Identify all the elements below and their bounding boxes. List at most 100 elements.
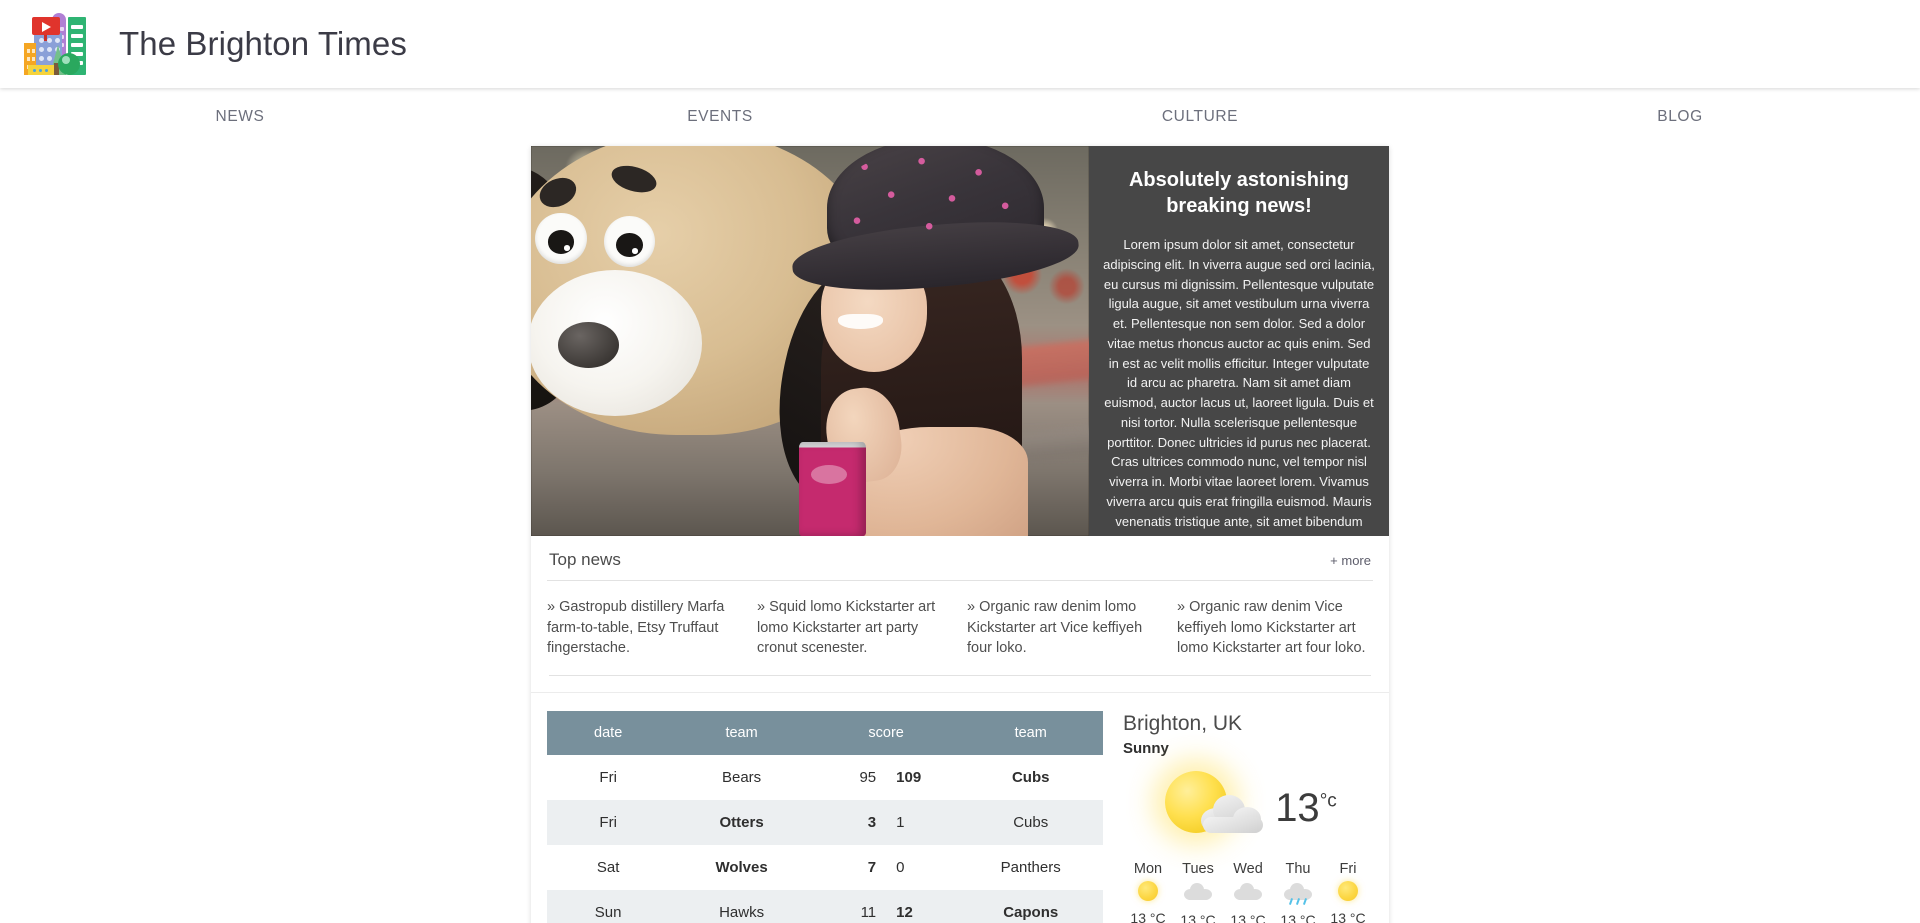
- temperature-unit: °c: [1319, 791, 1337, 813]
- forecast-day-name: Mon: [1133, 860, 1163, 877]
- cell-team1: Bears: [721, 768, 762, 786]
- weather-temperature: 13°c: [1275, 786, 1337, 831]
- top-news-item[interactable]: » Squid lomo Kickstarter art lomo Kickst…: [757, 597, 953, 659]
- logo-green-circle: [58, 53, 80, 75]
- forecast-day-temp: 13 °C: [1230, 911, 1266, 923]
- cell-score-left: 11: [860, 903, 877, 921]
- forecast-day-name: Tues: [1182, 860, 1214, 877]
- cell-score-right: 1: [896, 813, 905, 831]
- mascot-nose: [558, 322, 619, 368]
- top-news-title: Top news: [549, 550, 621, 569]
- cell-team2: Cubs: [1011, 768, 1050, 786]
- table-header-row: date team score team: [547, 710, 1103, 755]
- hero-section: Absolutely astonishing breaking news! Lo…: [531, 146, 1389, 536]
- cell-score-right: 109: [896, 768, 922, 786]
- cell-score: 7 0: [814, 845, 959, 890]
- weather-forecast: Mon 13 °C Tues 13 °C Wed 13 °C Thu 13 °C…: [1123, 861, 1373, 923]
- cell-score: 95 109: [814, 755, 959, 800]
- forecast-day-temp: 13 °C: [1180, 911, 1216, 923]
- column-header-score: score: [813, 710, 959, 755]
- cell-team2: Cubs: [1013, 813, 1049, 831]
- table-row[interactable]: Sun Hawks 11 12 Capons: [547, 889, 1103, 923]
- logo-yellow-shop: [28, 65, 54, 75]
- weather-current: 13°c: [1123, 763, 1373, 855]
- weather-condition: Sunny: [1123, 739, 1169, 757]
- column-header-team2: team: [958, 710, 1103, 755]
- forecast-day-name: Wed: [1233, 860, 1263, 877]
- site-header: The Brighton Times: [0, 0, 1920, 88]
- weather-widget: Brighton, UK Sunny 13°c Mon 13 °C Tues 1…: [1103, 693, 1389, 923]
- cell-score: 3 1: [814, 800, 959, 845]
- sun-icon: [1323, 880, 1373, 907]
- cell-score-left: 95: [859, 768, 877, 786]
- content-container: Absolutely astonishing breaking news! Lo…: [531, 146, 1389, 923]
- column-header-team1: team: [669, 710, 814, 755]
- nav-item-blog[interactable]: BLOG: [1440, 88, 1920, 146]
- top-news-section: Top news + more » Gastropub distillery M…: [531, 536, 1389, 676]
- cell-date: Fri: [599, 813, 617, 831]
- sun-icon: [1123, 880, 1173, 907]
- table-row[interactable]: Fri Otters 3 1 Cubs: [547, 799, 1103, 845]
- forecast-day-name: Fri: [1339, 860, 1357, 877]
- mascot-eye-left: [535, 212, 587, 265]
- city-buildings-logo-icon[interactable]: [24, 13, 86, 75]
- top-news-item[interactable]: » Gastropub distillery Marfa farm-to-tab…: [547, 597, 743, 659]
- cell-team2: Panthers: [1000, 858, 1061, 876]
- top-news-item[interactable]: » Organic raw denim lomo Kickstarter art…: [967, 597, 1163, 659]
- cloud-icon: [1173, 882, 1223, 909]
- rain-icon: [1273, 882, 1323, 909]
- scores-table: date team score team Fri Bears 95 109 Cu…: [547, 710, 1103, 923]
- cell-score-right: 12: [896, 903, 913, 921]
- top-news-item[interactable]: » Organic raw denim Vice keffiyeh lomo K…: [1177, 597, 1373, 659]
- top-news-more-link[interactable]: + more: [1330, 553, 1371, 568]
- cell-date: Sun: [594, 903, 622, 921]
- scores-panel: date team score team Fri Bears 95 109 Cu…: [531, 693, 1103, 923]
- sun-behind-cloud-icon: [1159, 763, 1269, 855]
- table-row[interactable]: Fri Bears 95 109 Cubs: [547, 754, 1103, 800]
- forecast-day[interactable]: Fri 13 °C: [1323, 861, 1373, 923]
- cell-team1: Otters: [719, 813, 764, 831]
- forecast-day[interactable]: Thu 13 °C: [1273, 861, 1323, 923]
- cell-score-right: 0: [896, 858, 905, 876]
- page-title: The Brighton Times: [119, 25, 407, 62]
- forecast-day-temp: 13 °C: [1330, 909, 1366, 923]
- cell-score-left: 7: [867, 858, 877, 876]
- forecast-day[interactable]: Wed 13 °C: [1223, 861, 1273, 923]
- lower-section: date team score team Fri Bears 95 109 Cu…: [531, 691, 1389, 923]
- column-header-date: date: [547, 710, 670, 755]
- cell-score-left: 3: [867, 813, 877, 831]
- forecast-day[interactable]: Tues 13 °C: [1173, 861, 1223, 923]
- forecast-day[interactable]: Mon 13 °C: [1123, 861, 1173, 923]
- forecast-day-name: Thu: [1285, 860, 1311, 877]
- page-body: Absolutely astonishing breaking news! Lo…: [0, 146, 1920, 923]
- cell-team2: Capons: [1003, 903, 1059, 921]
- weather-city: Brighton, UK: [1123, 711, 1243, 735]
- nav-item-news[interactable]: NEWS: [0, 88, 480, 146]
- cell-team1: Hawks: [719, 903, 765, 921]
- main-nav: NEWS EVENTS CULTURE BLOG: [0, 88, 1920, 146]
- mascot-eye-right: [603, 215, 655, 268]
- scores-table-head: date team score team: [547, 710, 1103, 755]
- temperature-value: 13: [1275, 786, 1320, 831]
- cell-date: Sat: [596, 858, 620, 876]
- cell-date: Fri: [599, 768, 617, 786]
- cell-team1: Wolves: [715, 858, 768, 876]
- forecast-day-temp: 13 °C: [1130, 909, 1166, 923]
- hero-article-panel: Absolutely astonishing breaking news! Lo…: [1089, 146, 1389, 536]
- scores-table-body: Fri Bears 95 109 Cubs Fri Otters 3 1 Cub…: [547, 754, 1103, 923]
- woman-hat-skull-pattern: [837, 149, 1028, 244]
- cloud-icon: [1223, 882, 1273, 909]
- hero-headline: Absolutely astonishing breaking news!: [1128, 169, 1350, 217]
- nav-item-events[interactable]: EVENTS: [480, 88, 960, 146]
- nav-item-culture[interactable]: CULTURE: [960, 88, 1440, 146]
- top-news-header: Top news + more: [547, 536, 1373, 581]
- table-row[interactable]: Sat Wolves 7 0 Panthers: [547, 844, 1103, 890]
- logo-green-dot: [62, 56, 70, 64]
- cell-score: 11 12: [814, 890, 959, 923]
- hero-photo[interactable]: [531, 146, 1089, 536]
- mascot-brow-right: [608, 161, 660, 198]
- top-news-list: » Gastropub distillery Marfa farm-to-tab…: [547, 581, 1373, 659]
- forecast-day-temp: 13 °C: [1280, 911, 1316, 923]
- play-video-sign-icon: [32, 17, 60, 35]
